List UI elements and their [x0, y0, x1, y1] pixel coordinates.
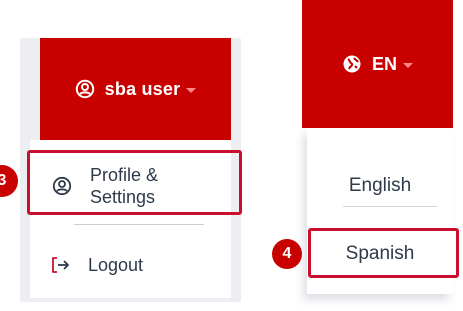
language-option-english[interactable]: English	[307, 168, 453, 204]
step-4-badge: 4	[272, 239, 302, 269]
profile-settings-item[interactable]: Profile & Settings	[30, 154, 231, 218]
screenshot-stage: sba user Profile & Settings Logout 3 EN …	[0, 0, 463, 311]
logout-icon	[50, 256, 72, 274]
language-menu-toggle[interactable]: EN	[302, 0, 453, 128]
language-option-spanish[interactable]: Spanish	[307, 236, 453, 272]
language-code-label: EN	[371, 53, 397, 74]
user-menu-toggle[interactable]: sba user	[40, 38, 231, 140]
logout-item[interactable]: Logout	[30, 243, 231, 287]
profile-settings-label: Profile & Settings	[90, 165, 159, 207]
user-circle-icon	[52, 176, 72, 196]
user-name-label: sba user	[104, 78, 181, 99]
chevron-down-icon	[403, 62, 413, 68]
user-dropdown-menu: Profile & Settings Logout	[30, 140, 231, 298]
globe-icon	[342, 54, 362, 74]
menu-divider	[74, 224, 204, 225]
user-circle-icon	[75, 79, 95, 99]
step-3-badge: 3	[0, 165, 18, 197]
language-dropdown-menu: English Spanish	[307, 128, 453, 294]
logout-label: Logout	[88, 255, 144, 275]
menu-divider	[343, 206, 437, 207]
chevron-down-icon	[186, 87, 197, 93]
